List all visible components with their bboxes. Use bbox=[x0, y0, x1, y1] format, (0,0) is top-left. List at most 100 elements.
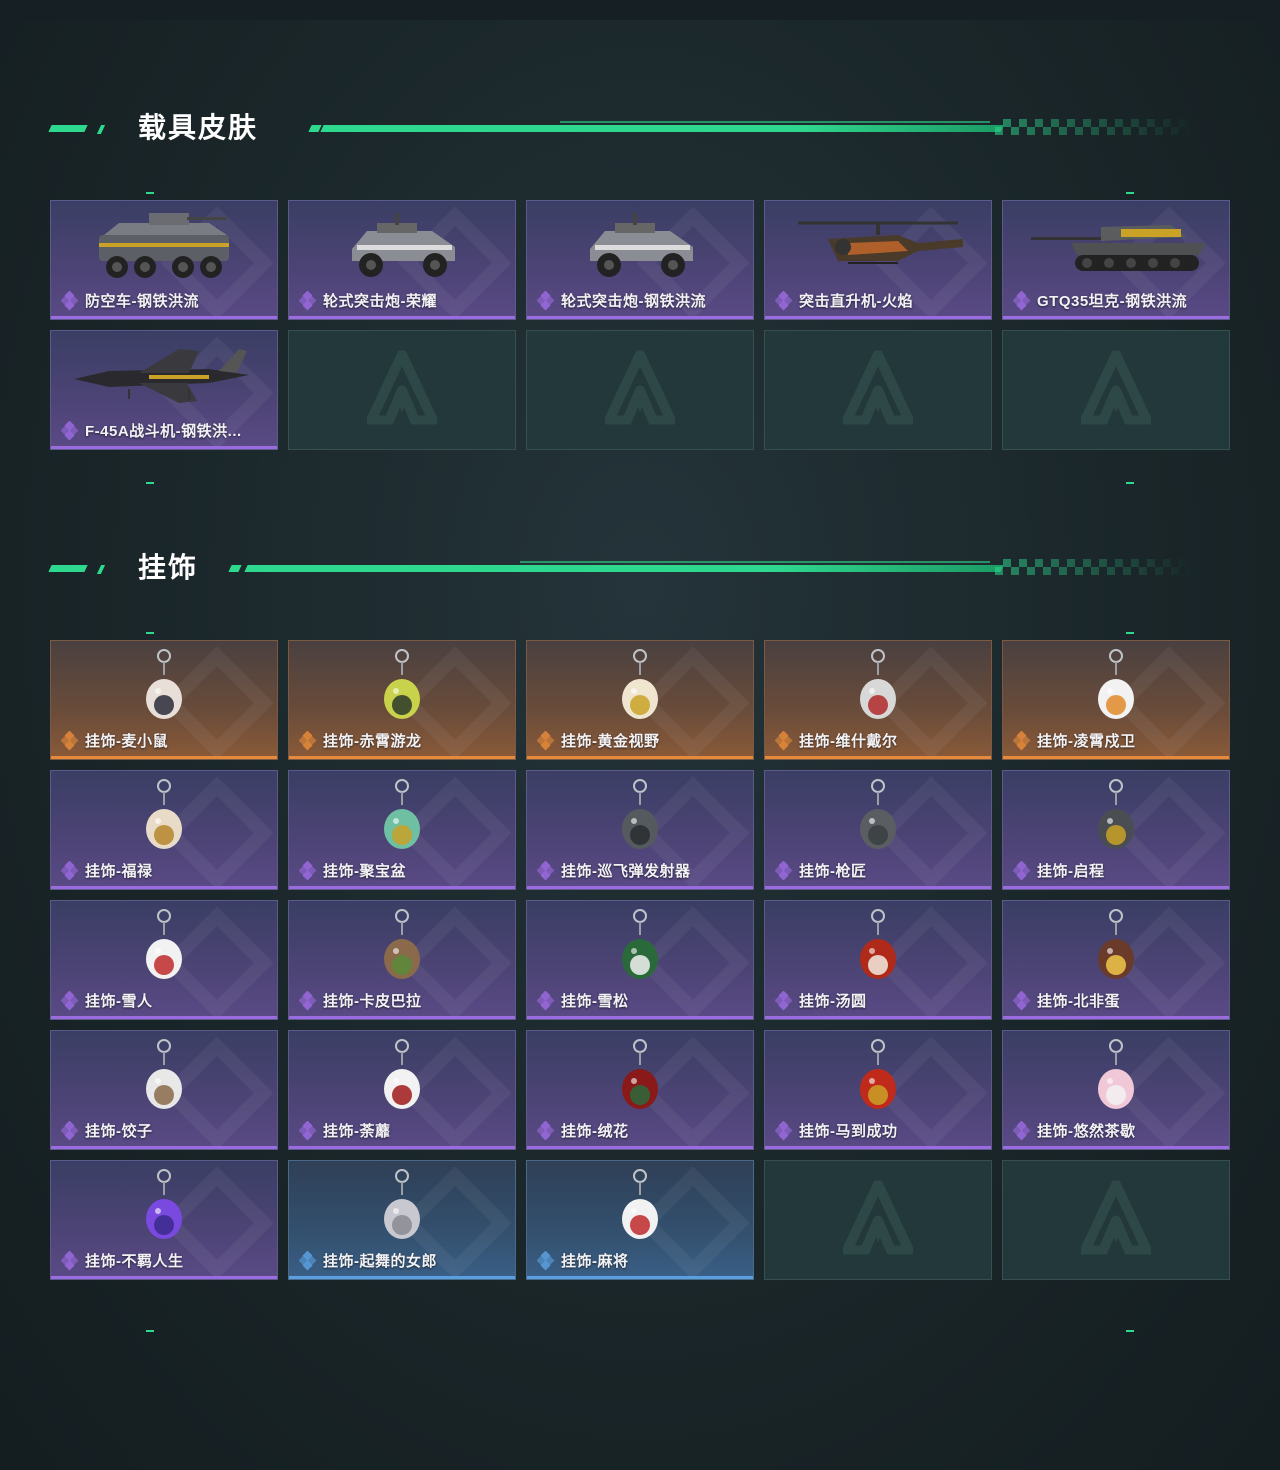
empty-slot bbox=[288, 330, 516, 450]
gourd-pendant-icon bbox=[134, 777, 194, 868]
pendant-card[interactable]: 挂饰-饺子 bbox=[50, 1030, 278, 1150]
pendant-card[interactable]: 挂饰-麻将 bbox=[526, 1160, 754, 1280]
vehicle-skin-card[interactable]: GTQ35坦克-钢铁洪流 bbox=[1002, 200, 1230, 320]
item-name: 轮式突击炮-荣耀 bbox=[323, 293, 437, 310]
placeholder-logo-icon bbox=[842, 349, 914, 430]
vehicle-skin-card[interactable]: 突击直升机-火焰 bbox=[764, 200, 992, 320]
item-name: 挂饰-麻将 bbox=[561, 1253, 629, 1270]
item-label-row: 挂饰-绒花 bbox=[537, 1120, 629, 1141]
item-name: 挂饰-黄金视野 bbox=[561, 733, 660, 750]
velvet-flower-pendant-icon bbox=[610, 1037, 670, 1128]
item-name: 挂饰-麦小鼠 bbox=[85, 733, 168, 750]
pendant-card[interactable]: 挂饰-绒花 bbox=[526, 1030, 754, 1150]
rarity-diamond-icon bbox=[299, 860, 319, 881]
rarity-stripe bbox=[289, 886, 515, 889]
rarity-diamond-icon bbox=[1013, 290, 1033, 311]
rarity-stripe bbox=[527, 316, 753, 319]
buggy-vehicle-icon bbox=[575, 209, 705, 290]
pendant-card[interactable]: 挂饰-悠然茶歇 bbox=[1002, 1030, 1230, 1150]
shakshuka-pendant-icon bbox=[1086, 907, 1146, 998]
pendant-card[interactable]: 挂饰-雪松 bbox=[526, 900, 754, 1020]
gunsmith-pendant-icon bbox=[848, 777, 908, 868]
pendant-card[interactable]: 挂饰-麦小鼠 bbox=[50, 640, 278, 760]
pendant-card[interactable]: 挂饰-卡皮巴拉 bbox=[288, 900, 516, 1020]
rarity-diamond-icon bbox=[61, 1250, 81, 1271]
pendant-card[interactable]: 挂饰-不羁人生 bbox=[50, 1160, 278, 1280]
rarity-stripe bbox=[51, 446, 277, 449]
rarity-stripe bbox=[1003, 1146, 1229, 1149]
vehicle-skin-card[interactable]: 轮式突击炮-钢铁洪流 bbox=[526, 200, 754, 320]
item-label-row: 防空车-钢铁洪流 bbox=[61, 290, 199, 311]
vehicle-skin-card[interactable]: 防空车-钢铁洪流 bbox=[50, 200, 278, 320]
rarity-stripe bbox=[527, 1276, 753, 1279]
item-label-row: 挂饰-卡皮巴拉 bbox=[299, 990, 422, 1011]
rarity-diamond-icon bbox=[61, 290, 81, 311]
pendant-card[interactable]: 挂饰-北非蛋 bbox=[1002, 900, 1230, 1020]
empty-slot bbox=[764, 330, 992, 450]
item-name: 防空车-钢铁洪流 bbox=[85, 293, 199, 310]
rarity-diamond-icon bbox=[537, 1120, 557, 1141]
vehicle-skin-card[interactable]: 轮式突击炮-荣耀 bbox=[288, 200, 516, 320]
rarity-stripe bbox=[289, 756, 515, 759]
rarity-stripe bbox=[527, 756, 753, 759]
rarity-diamond-icon bbox=[775, 1120, 795, 1141]
item-name: 挂饰-汤圆 bbox=[799, 993, 867, 1010]
rarity-stripe bbox=[1003, 756, 1229, 759]
rarity-stripe bbox=[527, 1016, 753, 1019]
pendant-card[interactable]: 挂饰-启程 bbox=[1002, 770, 1230, 890]
item-label-row: F-45A战斗机-钢铁洪... bbox=[61, 420, 242, 441]
pendant-card[interactable]: 挂饰-马到成功 bbox=[764, 1030, 992, 1150]
pine-tree-pendant-icon bbox=[610, 907, 670, 998]
pendant-card[interactable]: 挂饰-维什戴尔 bbox=[764, 640, 992, 760]
rarity-diamond-icon bbox=[61, 1120, 81, 1141]
item-label-row: 挂饰-枪匠 bbox=[775, 860, 867, 881]
header-accent bbox=[96, 125, 106, 134]
item-label-row: 挂饰-福禄 bbox=[61, 860, 153, 881]
item-name: 挂饰-启程 bbox=[1037, 863, 1105, 880]
section-title: 挂饰 bbox=[138, 552, 199, 583]
pendant-card[interactable]: 挂饰-枪匠 bbox=[764, 770, 992, 890]
rarity-stripe bbox=[527, 886, 753, 889]
vehicle-skin-card[interactable]: F-45A战斗机-钢铁洪... bbox=[50, 330, 278, 450]
pendant-card[interactable]: 挂饰-荼蘼 bbox=[288, 1030, 516, 1150]
item-label-row: 挂饰-不羁人生 bbox=[61, 1250, 184, 1271]
pendant-card[interactable]: 挂饰-黄金视野 bbox=[526, 640, 754, 760]
item-label-row: 挂饰-起舞的女郎 bbox=[299, 1250, 437, 1271]
launcher-pendant-icon bbox=[610, 777, 670, 868]
pendant-card[interactable]: 挂饰-聚宝盆 bbox=[288, 770, 516, 890]
rarity-diamond-icon bbox=[775, 990, 795, 1011]
pendant-card[interactable]: 挂饰-赤霄游龙 bbox=[288, 640, 516, 760]
item-label-row: 轮式突击炮-荣耀 bbox=[299, 290, 437, 311]
rarity-diamond-icon bbox=[1013, 990, 1033, 1011]
rarity-stripe bbox=[51, 1276, 277, 1279]
item-label-row: 挂饰-麻将 bbox=[537, 1250, 629, 1271]
corner-marker bbox=[1126, 192, 1134, 194]
pendant-card[interactable]: 挂饰-福禄 bbox=[50, 770, 278, 890]
item-name: 挂饰-枪匠 bbox=[799, 863, 867, 880]
corner-marker bbox=[1126, 1330, 1134, 1332]
corner-marker bbox=[1126, 482, 1134, 484]
rarity-diamond-icon bbox=[1013, 860, 1033, 881]
rarity-diamond-icon bbox=[61, 860, 81, 881]
rarity-diamond-icon bbox=[775, 730, 795, 751]
pendant-card[interactable]: 挂饰-巡飞弹发射器 bbox=[526, 770, 754, 890]
item-label-row: 挂饰-赤霄游龙 bbox=[299, 730, 422, 751]
pendant-card[interactable]: 挂饰-雪人 bbox=[50, 900, 278, 1020]
pendant-grid: 挂饰-麦小鼠 挂饰-赤霄游龙 挂饰-黄金视野 挂饰-维什戴尔 挂饰-凌霄戍卫 挂饰-福禄挂… bbox=[50, 640, 1230, 1280]
item-name: 挂饰-福禄 bbox=[85, 863, 153, 880]
pendant-card[interactable]: 挂饰-汤圆 bbox=[764, 900, 992, 1020]
placeholder-logo-icon bbox=[1080, 1179, 1152, 1260]
corner-marker bbox=[146, 1330, 154, 1332]
rarity-diamond-icon bbox=[299, 290, 319, 311]
pendant-card[interactable]: 挂饰-起舞的女郎 bbox=[288, 1160, 516, 1280]
corner-marker bbox=[146, 192, 154, 194]
rarity-diamond-icon bbox=[61, 420, 81, 441]
empty-slot bbox=[764, 1160, 992, 1280]
pendant-card[interactable]: 挂饰-凌霄戍卫 bbox=[1002, 640, 1230, 760]
item-label-row: 挂饰-麦小鼠 bbox=[61, 730, 168, 751]
item-name: 挂饰-绒花 bbox=[561, 1123, 629, 1140]
item-name: 挂饰-赤霄游龙 bbox=[323, 733, 422, 750]
cupcake-pendant-icon bbox=[1086, 1037, 1146, 1128]
rarity-stripe bbox=[765, 1146, 991, 1149]
placeholder-logo-icon bbox=[842, 1179, 914, 1260]
